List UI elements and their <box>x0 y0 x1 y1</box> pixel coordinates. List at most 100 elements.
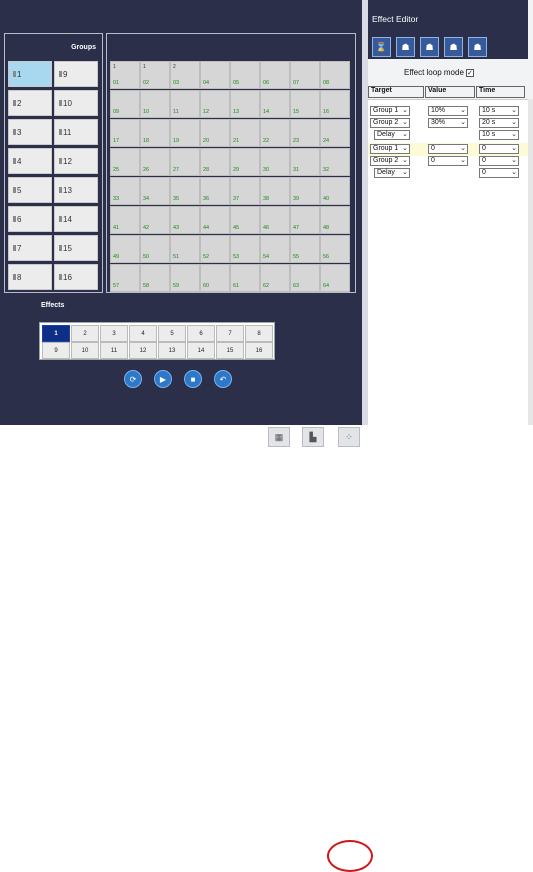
fader-view-button[interactable]: ▙ <box>302 427 324 447</box>
channel-cell-22[interactable]: 22 <box>260 119 290 147</box>
group-tool-button-3[interactable]: ☗ <box>444 37 463 57</box>
target-dropdown[interactable]: Group 1 ⌄ <box>370 106 410 116</box>
channel-cell-16[interactable]: 16 <box>320 90 350 118</box>
channel-cell-20[interactable]: 20 <box>200 119 230 147</box>
channel-cell-59[interactable]: 59 <box>170 264 200 292</box>
value-dropdown[interactable]: 0 ⌄ <box>428 144 468 154</box>
channel-cell-27[interactable]: 27 <box>170 148 200 176</box>
group-button-4[interactable]: 4 <box>8 148 52 174</box>
channel-cell-03[interactable]: 2 03 <box>170 61 200 89</box>
loop-mode-checkbox[interactable]: ✓ <box>465 68 474 77</box>
channel-cell-63[interactable]: 63 <box>290 264 320 292</box>
channel-cell-01[interactable]: 1 01 <box>110 61 140 89</box>
effect-button-2[interactable]: 2 <box>71 325 99 342</box>
repeat-button[interactable]: ⟳ <box>124 370 142 388</box>
channel-cell-49[interactable]: 49 <box>110 235 140 263</box>
channel-cell-09[interactable]: 09 <box>110 90 140 118</box>
channel-cell-13[interactable]: 13 <box>230 90 260 118</box>
channel-cell-48[interactable]: 48 <box>320 206 350 234</box>
channel-cell-47[interactable]: 47 <box>290 206 320 234</box>
group-tool-button[interactable]: ☗ <box>396 37 415 57</box>
channel-cell-05[interactable]: 05 <box>230 61 260 89</box>
channel-cell-50[interactable]: 50 <box>140 235 170 263</box>
channel-cell-56[interactable]: 56 <box>320 235 350 263</box>
effect-button-8[interactable]: 8 <box>245 325 273 342</box>
channel-cell-33[interactable]: 33 <box>110 177 140 205</box>
channel-cell-58[interactable]: 58 <box>140 264 170 292</box>
time-dropdown[interactable]: 10 s ⌄ <box>479 106 519 116</box>
channel-cell-21[interactable]: 21 <box>230 119 260 147</box>
time-dropdown[interactable]: 0 ⌄ <box>479 168 519 178</box>
channel-cell-17[interactable]: 17 <box>110 119 140 147</box>
channel-cell-18[interactable]: 18 <box>140 119 170 147</box>
group-button-3[interactable]: 3 <box>8 119 52 145</box>
group-button-16[interactable]: 16 <box>54 264 98 290</box>
value-dropdown[interactable]: 30% ⌄ <box>428 118 468 128</box>
effect-button-4[interactable]: 4 <box>129 325 157 342</box>
group-button-10[interactable]: 10 <box>54 90 98 116</box>
return-button[interactable]: ↶ <box>214 370 232 388</box>
channel-cell-08[interactable]: 08 <box>320 61 350 89</box>
value-dropdown[interactable]: 10% ⌄ <box>428 106 468 116</box>
group-tool-button-2[interactable]: ☗ <box>420 37 439 57</box>
channel-cell-55[interactable]: 55 <box>290 235 320 263</box>
channel-cell-60[interactable]: 60 <box>200 264 230 292</box>
grid-view-button[interactable]: ▦ <box>268 427 290 447</box>
channel-cell-37[interactable]: 37 <box>230 177 260 205</box>
time-dropdown[interactable]: 20 s ⌄ <box>479 118 519 128</box>
group-button-8[interactable]: 8 <box>8 264 52 290</box>
channel-cell-45[interactable]: 45 <box>230 206 260 234</box>
channel-cell-30[interactable]: 30 <box>260 148 290 176</box>
channel-cell-02[interactable]: 1 02 <box>140 61 170 89</box>
effect-button-11[interactable]: 11 <box>100 342 128 359</box>
channel-cell-23[interactable]: 23 <box>290 119 320 147</box>
channel-cell-41[interactable]: 41 <box>110 206 140 234</box>
editor-scrollbar[interactable] <box>528 99 533 425</box>
group-button-15[interactable]: 15 <box>54 235 98 261</box>
play-button[interactable]: ▶ <box>154 370 172 388</box>
channel-cell-25[interactable]: 25 <box>110 148 140 176</box>
channel-cell-36[interactable]: 36 <box>200 177 230 205</box>
time-dropdown[interactable]: 0 ⌄ <box>479 144 519 154</box>
channel-cell-40[interactable]: 40 <box>320 177 350 205</box>
channel-cell-11[interactable]: 11 <box>170 90 200 118</box>
effect-button-15[interactable]: 15 <box>216 342 244 359</box>
channel-cell-61[interactable]: 61 <box>230 264 260 292</box>
effect-button-13[interactable]: 13 <box>158 342 186 359</box>
effect-button-3[interactable]: 3 <box>100 325 128 342</box>
effects-view-button[interactable]: ⁘ <box>338 427 360 447</box>
target-dropdown[interactable]: Delay ⌄ <box>374 130 410 140</box>
channel-cell-52[interactable]: 52 <box>200 235 230 263</box>
channel-cell-51[interactable]: 51 <box>170 235 200 263</box>
effect-button-9[interactable]: 9 <box>42 342 70 359</box>
target-dropdown[interactable]: Group 1 ⌄ <box>370 144 410 154</box>
channel-cell-43[interactable]: 43 <box>170 206 200 234</box>
channel-cell-34[interactable]: 34 <box>140 177 170 205</box>
value-dropdown[interactable]: 0 ⌄ <box>428 156 468 166</box>
channel-cell-42[interactable]: 42 <box>140 206 170 234</box>
effect-button-14[interactable]: 14 <box>187 342 215 359</box>
channel-cell-53[interactable]: 53 <box>230 235 260 263</box>
target-dropdown[interactable]: Group 2 ⌄ <box>370 156 410 166</box>
group-button-6[interactable]: 6 <box>8 206 52 232</box>
channel-cell-57[interactable]: 57 <box>110 264 140 292</box>
group-button-11[interactable]: 11 <box>54 119 98 145</box>
timer-tool-button[interactable]: ⌛ <box>372 37 391 57</box>
effect-button-5[interactable]: 5 <box>158 325 186 342</box>
target-dropdown[interactable]: Delay ⌄ <box>374 168 410 178</box>
stop-button[interactable]: ■ <box>184 370 202 388</box>
group-button-5[interactable]: 5 <box>8 177 52 203</box>
time-dropdown[interactable]: 10 s ⌄ <box>479 130 519 140</box>
channel-cell-32[interactable]: 32 <box>320 148 350 176</box>
channel-cell-46[interactable]: 46 <box>260 206 290 234</box>
group-button-9[interactable]: 9 <box>54 61 98 87</box>
target-dropdown[interactable]: Group 2 ⌄ <box>370 118 410 128</box>
channel-cell-39[interactable]: 39 <box>290 177 320 205</box>
channel-cell-28[interactable]: 28 <box>200 148 230 176</box>
channel-cell-07[interactable]: 07 <box>290 61 320 89</box>
effect-button-16[interactable]: 16 <box>245 342 273 359</box>
effect-button-1[interactable]: 1 <box>42 325 70 342</box>
group-button-13[interactable]: 13 <box>54 177 98 203</box>
group-button-7[interactable]: 7 <box>8 235 52 261</box>
effect-button-12[interactable]: 12 <box>129 342 157 359</box>
